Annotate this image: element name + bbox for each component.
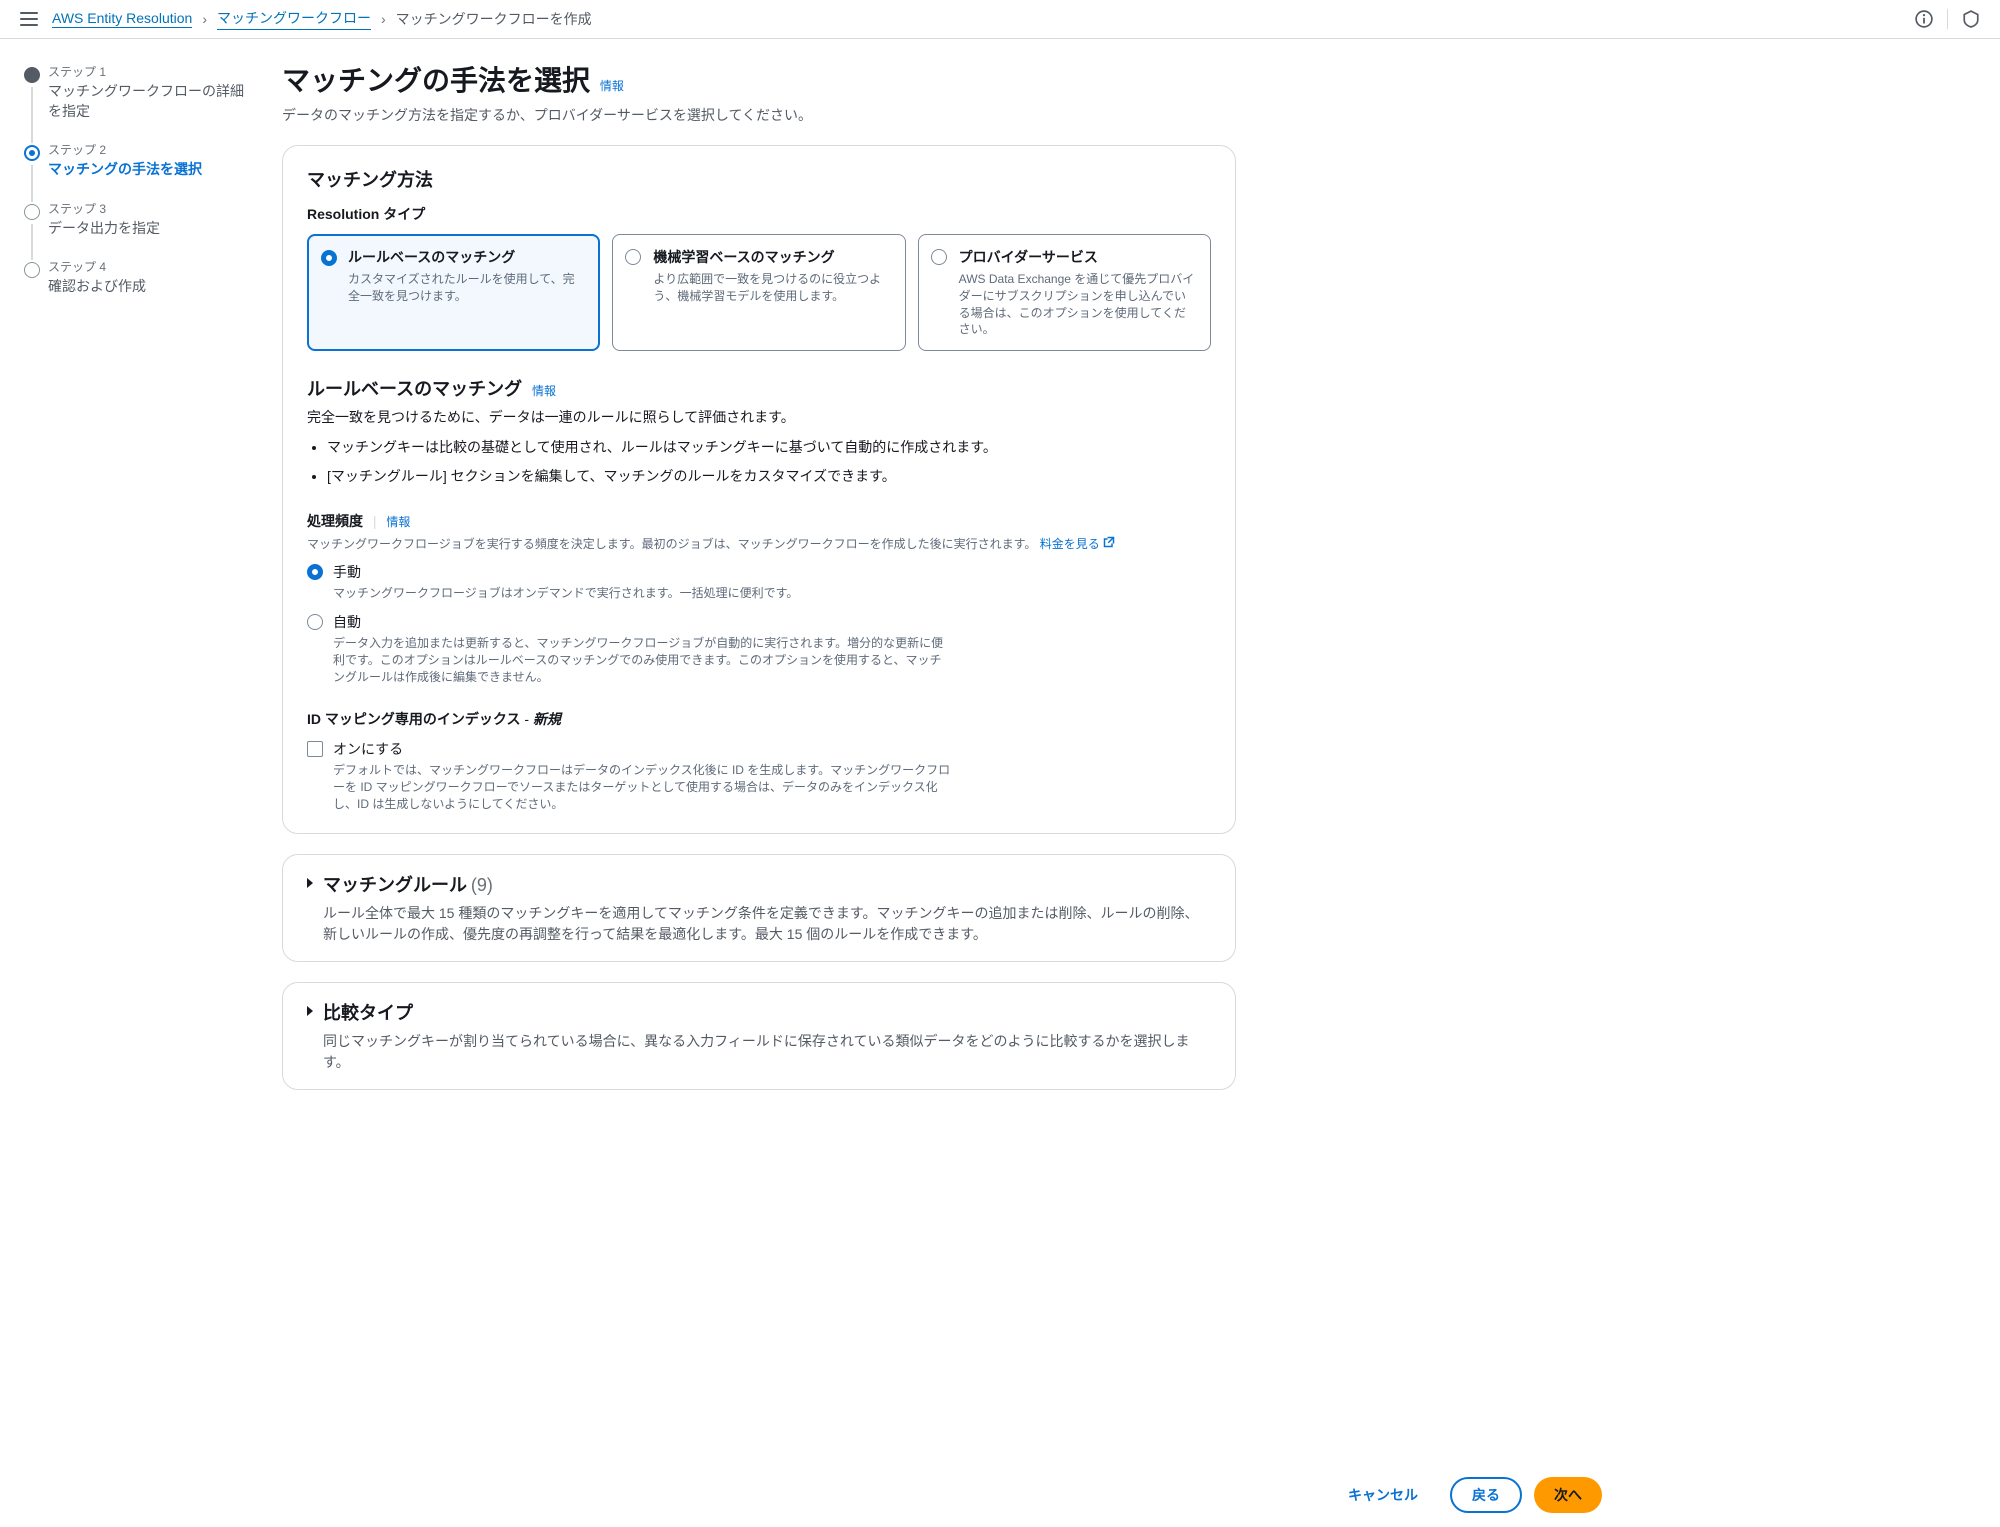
step-dot-icon [24, 145, 40, 161]
breadcrumb-root[interactable]: AWS Entity Resolution [52, 10, 192, 28]
tile-rule-based[interactable]: ルールベースのマッチング カスタマイズされたルールを使用して、完全一致を見つけま… [307, 234, 600, 351]
info-link[interactable]: 情報 [600, 79, 624, 93]
resolution-type-label: Resolution タイプ [307, 204, 1211, 224]
wizard-step-4: ステップ 4 確認および作成 [24, 258, 254, 297]
step-dot-icon [24, 262, 40, 278]
next-button[interactable]: 次へ [1534, 1477, 1602, 1513]
hamburger-icon[interactable] [20, 12, 38, 26]
tile-ml-based[interactable]: 機械学習ベースのマッチング より広範囲で一致を見つけるのに役立つよう、機械学習モ… [612, 234, 905, 351]
wizard-step-2[interactable]: ステップ 2 マッチングの手法を選択 [24, 141, 254, 200]
page-title: マッチングの手法を選択 [282, 65, 590, 96]
radio-icon [321, 250, 337, 266]
radio-icon [931, 249, 947, 265]
wizard-steps: ステップ 1 マッチングワークフローの詳細を指定 ステップ 2 マッチングの手法… [24, 59, 254, 1090]
matching-method-panel: マッチング方法 Resolution タイプ ルールベースのマッチング カスタマ… [282, 145, 1236, 834]
rule-title: ルールベースのマッチング [307, 379, 522, 399]
idmap-checkbox[interactable]: オンにする デフォルトでは、マッチングワークフローはデータのインデックス化後に … [307, 739, 1211, 812]
wizard-step-1[interactable]: ステップ 1 マッチングワークフローの詳細を指定 [24, 63, 254, 141]
info-icon[interactable] [1915, 10, 1933, 28]
resolution-tiles: ルールベースのマッチング カスタマイズされたルールを使用して、完全一致を見つけま… [307, 234, 1211, 351]
back-button[interactable]: 戻る [1450, 1477, 1522, 1513]
topbar: AWS Entity Resolution › マッチングワークフロー › マッ… [0, 0, 2000, 39]
checkbox-icon [307, 741, 323, 757]
panel-title: マッチング方法 [307, 166, 1211, 192]
breadcrumb-current: マッチングワークフローを作成 [396, 9, 592, 29]
rule-desc: 完全一致を見つけるために、データは一連のルールに照らして評価されます。 [307, 407, 1211, 427]
main-content: マッチングの手法を選択 情報 データのマッチング方法を指定するか、プロバイダーサ… [282, 59, 1236, 1090]
external-link-icon [1103, 536, 1115, 551]
compare-type-panel: 比較タイプ 同じマッチングキーが割り当てられている場合に、異なる入力フィールドに… [282, 982, 1236, 1090]
step-dot-icon [24, 67, 40, 83]
page-description: データのマッチング方法を指定するか、プロバイダーサービスを選択してください。 [282, 105, 1236, 125]
expand-toggle-rules[interactable]: マッチングルール (9) [307, 871, 1211, 897]
breadcrumb: AWS Entity Resolution › マッチングワークフロー › マッ… [52, 8, 592, 30]
cadence-auto[interactable]: 自動 データ入力を追加または更新すると、マッチングワークフロージョブが自動的に実… [307, 612, 1211, 685]
idmap-field: ID マッピング専用のインデックス - 新規 オンにする デフォルトでは、マッチ… [307, 709, 1211, 812]
cadence-manual[interactable]: 手動 マッチングワークフロージョブはオンデマンドで実行されます。一括処理に便利で… [307, 562, 1211, 602]
cadence-label: 処理頻度 [307, 513, 363, 529]
radio-icon [307, 564, 323, 580]
rule-based-section: ルールベースのマッチング 情報 完全一致を見つけるために、データは一連のルールに… [307, 375, 1211, 487]
cadence-field: 処理頻度 | 情報 マッチングワークフロージョブを実行する頻度を決定します。最初… [307, 511, 1211, 685]
cancel-button[interactable]: キャンセル [1328, 1477, 1438, 1513]
cadence-help: マッチングワークフロージョブを実行する頻度を決定します。最初のジョブは、マッチン… [307, 535, 1211, 552]
caret-right-icon [307, 878, 313, 888]
expand-toggle-compare[interactable]: 比較タイプ [307, 999, 1211, 1025]
rule-bullets: マッチングキーは比較の基礎として使用され、ルールはマッチングキーに基づいて自動的… [327, 437, 1211, 487]
divider [1947, 9, 1948, 29]
chevron-right-icon: › [381, 11, 386, 27]
caret-right-icon [307, 1006, 313, 1016]
radio-icon [307, 614, 323, 630]
info-link[interactable]: 情報 [532, 384, 556, 398]
idmap-label: ID マッピング専用のインデックス [307, 711, 520, 727]
step-dot-icon [24, 204, 40, 220]
pricing-link[interactable]: 料金を見る [1040, 537, 1115, 551]
breadcrumb-mid[interactable]: マッチングワークフロー [217, 8, 371, 30]
tile-provider[interactable]: プロバイダーサービス AWS Data Exchange を通じて優先プロバイダ… [918, 234, 1211, 351]
new-badge: 新規 [533, 711, 561, 727]
info-link[interactable]: 情報 [386, 515, 410, 529]
matching-rules-panel: マッチングルール (9) ルール全体で最大 15 種類のマッチングキーを適用して… [282, 854, 1236, 962]
chevron-right-icon: › [202, 11, 207, 27]
wizard-footer: キャンセル 戻る 次へ [370, 1463, 1630, 1527]
settings-icon[interactable] [1962, 10, 1980, 28]
wizard-step-3: ステップ 3 データ出力を指定 [24, 200, 254, 259]
